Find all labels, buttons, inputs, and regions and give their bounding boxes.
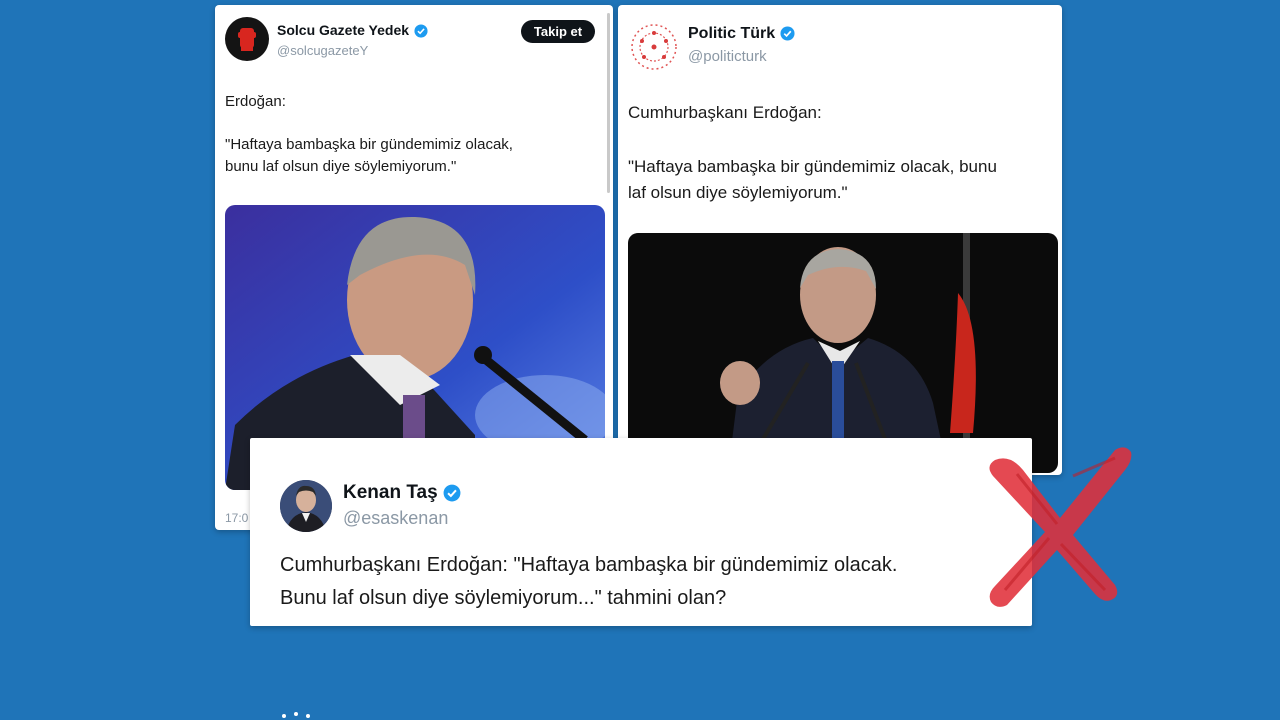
author-name-text: Kenan Taş <box>343 482 438 503</box>
author-handle[interactable]: @solcugazeteY <box>277 43 368 58</box>
tweet-text-line-2: Bunu laf olsun diye söylemiyorum..." tah… <box>280 587 727 609</box>
follow-button[interactable]: Takip et <box>521 20 595 43</box>
avatar-solcu-gazete[interactable] <box>225 17 269 61</box>
tweet-card-politic-turk: Politic Türk @politicturk Cumhurbaşkanı … <box>618 5 1062 475</box>
author-handle[interactable]: @esaskenan <box>343 508 448 529</box>
author-name-text: Solcu Gazete Yedek <box>277 22 410 38</box>
tweet-text-line-1: Cumhurbaşkanı Erdoğan: <box>628 103 822 122</box>
tweet-timestamp: 17:0 <box>225 511 249 525</box>
logo-dots-icon <box>282 712 310 718</box>
author-name[interactable]: Kenan Taş <box>343 482 461 504</box>
tweet-quote-line-1: "Haftaya bambaşka bir gündemimiz olacak, <box>225 136 513 153</box>
author-name-text: Politic Türk <box>688 25 776 42</box>
tweet-card-kenan-tas: Kenan Taş @esaskenan Cumhurbaşkanı Erdoğ… <box>250 438 1032 626</box>
tweet-text-line-1: Cumhurbaşkanı Erdoğan: "Haftaya bambaşka… <box>280 554 898 576</box>
avatar-politic-turk[interactable] <box>630 23 678 71</box>
verified-badge-icon <box>443 484 461 502</box>
scrollbar[interactable] <box>607 13 610 193</box>
tweet-quote-line-2: laf olsun diye söylemiyorum." <box>628 183 848 202</box>
verified-badge-icon <box>780 26 795 41</box>
verified-badge-icon <box>414 24 428 38</box>
author-name[interactable]: Politic Türk <box>688 25 795 43</box>
avatar-kenan-tas[interactable] <box>280 480 332 532</box>
tweet-text-line-1: Erdoğan: <box>225 93 286 110</box>
author-name[interactable]: Solcu Gazete Yedek <box>277 22 428 38</box>
tweet-quote-line-2: bunu laf olsun diye söylemiyorum." <box>225 158 457 175</box>
tweet-photo[interactable] <box>628 233 1058 473</box>
author-handle[interactable]: @politicturk <box>688 48 767 65</box>
tweet-quote-line-1: "Haftaya bambaşka bir gündemimiz olacak,… <box>628 157 997 176</box>
red-x-mark-icon <box>989 447 1132 607</box>
